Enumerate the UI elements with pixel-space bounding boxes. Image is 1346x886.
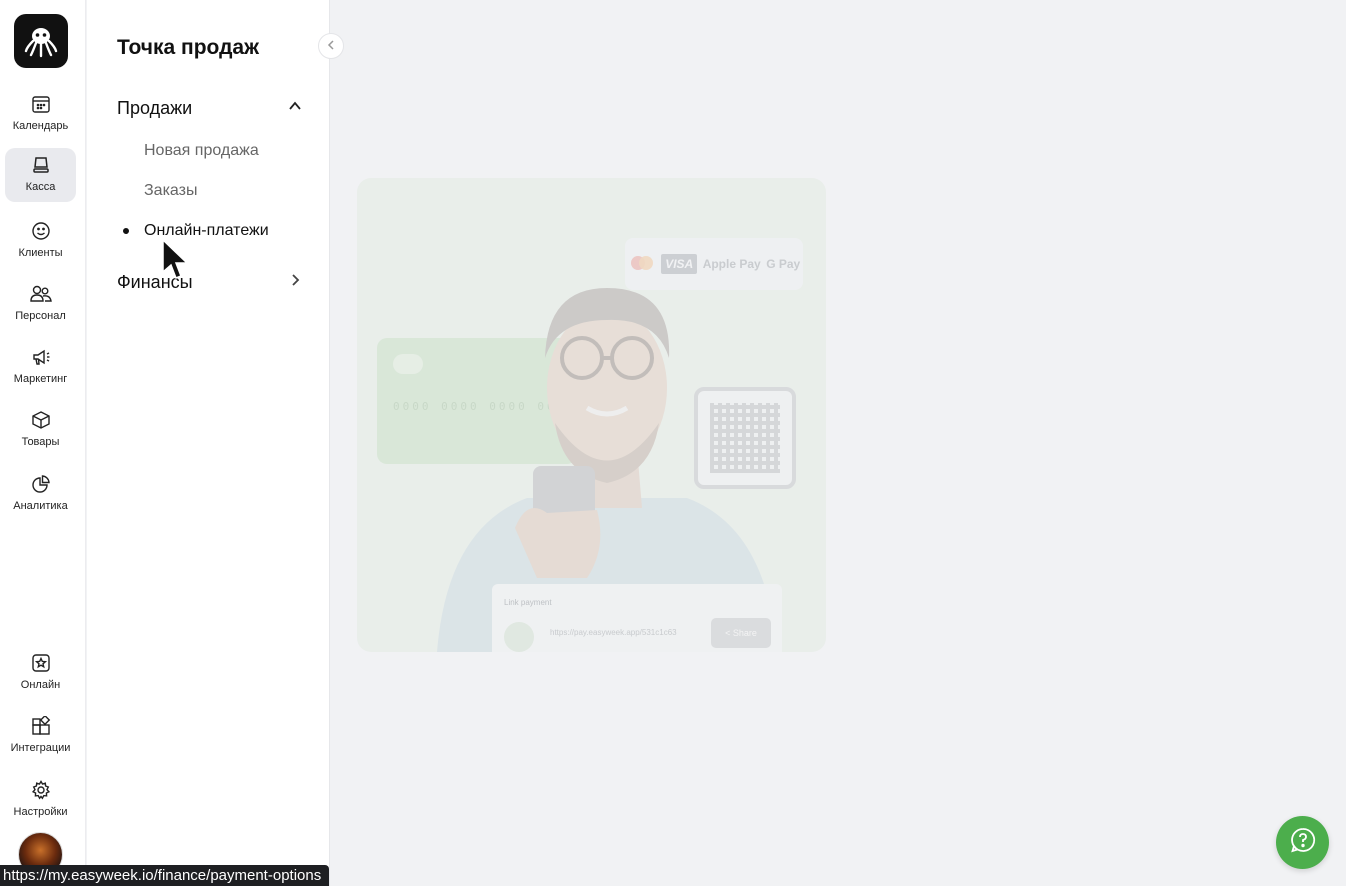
star-window-icon: [30, 652, 52, 674]
rail-item-label: Персонал: [15, 310, 66, 322]
share-button: < Share: [711, 618, 771, 648]
link-payment-title: Link payment: [504, 598, 552, 607]
rail-item-label: Интеграции: [10, 742, 71, 754]
pie-chart-icon: [30, 473, 52, 495]
rail-item-label: Онлайн: [20, 679, 61, 691]
box-icon: [30, 409, 52, 431]
group-label: Продажи: [117, 98, 193, 118]
chevron-right-icon: [288, 273, 302, 292]
rail-item-cash[interactable]: Касса: [5, 148, 76, 202]
question-chat-icon: [1290, 827, 1316, 858]
chevron-up-icon: [288, 99, 302, 118]
link-payment-card: Link payment https://pay.easyweek.app/53…: [492, 584, 782, 652]
rail-item-calendar[interactable]: Календарь: [5, 87, 76, 141]
octopus-logo-icon[interactable]: [14, 14, 68, 68]
sidebar-item-new-sale[interactable]: Новая продажа: [144, 142, 259, 160]
sidebar-title: Точка продаж: [117, 36, 259, 59]
cash-register-icon: [30, 154, 52, 176]
rail-item-products[interactable]: Товары: [5, 403, 76, 457]
mouse-cursor-icon: [162, 238, 189, 279]
gear-icon: [30, 779, 52, 801]
rail-item-analytics[interactable]: Аналитика: [5, 467, 76, 521]
staff-icon: [29, 283, 52, 305]
help-chat-button[interactable]: [1276, 816, 1329, 869]
integrations-icon: [30, 715, 52, 737]
smile-icon: [30, 220, 52, 242]
icon-rail: Календарь Касса Клиенты Персонал Маркети…: [0, 0, 86, 886]
group-sales[interactable]: Продажи: [117, 98, 302, 119]
status-bar-url: https://my.easyweek.io/finance/payment-o…: [0, 865, 330, 886]
rail-item-staff[interactable]: Персонал: [5, 277, 76, 331]
rail-item-marketing[interactable]: Маркетинг: [5, 340, 76, 394]
rail-item-label: Товары: [21, 436, 60, 448]
rail-item-label: Маркетинг: [13, 373, 68, 385]
share-icon: <: [725, 628, 733, 638]
share-label: Share: [732, 628, 757, 638]
qr-code-image: [694, 387, 796, 489]
rail-item-label: Аналитика: [13, 500, 68, 512]
sidebar-item-orders[interactable]: Заказы: [144, 182, 197, 200]
online-payments-illustration: VISA Apple Pay G Pay 0000 0000 0000 00 L…: [357, 178, 826, 652]
rail-item-online[interactable]: Онлайн: [5, 646, 76, 700]
rail-item-label: Касса: [25, 181, 56, 193]
rail-item-label: Клиенты: [18, 247, 63, 259]
rail-item-clients[interactable]: Клиенты: [5, 214, 76, 268]
calendar-icon: [30, 93, 52, 115]
rail-item-integrations[interactable]: Интеграции: [5, 709, 76, 763]
check-icon: [504, 622, 534, 652]
rail-item-settings[interactable]: Настройки: [5, 773, 76, 827]
chevron-left-icon: [326, 37, 336, 55]
megaphone-icon: [30, 346, 52, 368]
section-sidebar: Точка продаж Продажи Новая продажа Заказ…: [87, 0, 330, 886]
rail-item-label: Настройки: [13, 806, 68, 818]
active-indicator-dot: [123, 228, 129, 234]
payment-link-url: https://pay.easyweek.app/531c1c63: [550, 628, 677, 637]
group-finance[interactable]: Финансы: [117, 272, 302, 293]
rail-item-label: Календарь: [12, 120, 69, 132]
collapse-sidebar-button[interactable]: [318, 33, 344, 59]
